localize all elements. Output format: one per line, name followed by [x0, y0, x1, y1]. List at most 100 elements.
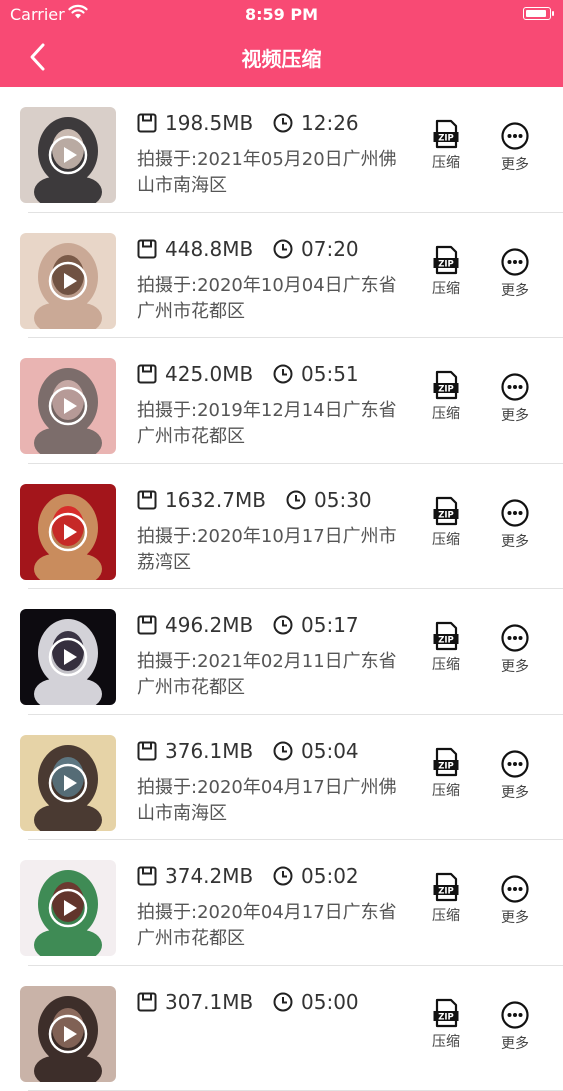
svg-text:ZIP: ZIP — [438, 635, 454, 645]
page-title: 视频压缩 — [0, 43, 563, 72]
video-thumbnail[interactable] — [20, 233, 116, 329]
more-label: 更多 — [490, 154, 540, 174]
compress-label: 压缩 — [421, 1031, 471, 1051]
compress-button[interactable]: ZIP 压缩 — [421, 245, 471, 298]
nav-header: Carrier 8:59 PM 视频压缩 — [0, 0, 563, 87]
file-size: 425.0MB — [165, 362, 253, 386]
zip-file-icon: ZIP — [432, 245, 460, 275]
video-thumbnail[interactable] — [20, 860, 116, 956]
play-icon[interactable] — [48, 386, 88, 426]
more-label: 更多 — [490, 907, 540, 927]
compress-label: 压缩 — [421, 529, 471, 549]
more-button[interactable]: 更多 — [490, 874, 540, 927]
zip-file-icon: ZIP — [432, 621, 460, 651]
play-icon[interactable] — [48, 261, 88, 301]
duration: 05:30 — [314, 488, 372, 512]
file-size: 448.8MB — [165, 237, 253, 261]
file-size-icon — [137, 490, 157, 510]
compress-label: 压缩 — [421, 278, 471, 298]
duration: 05:02 — [301, 864, 359, 888]
zip-file-icon: ZIP — [432, 496, 460, 526]
video-row[interactable]: 448.8MB 07:20 拍摄于:2020年10月04日广东省广州市花都区 Z… — [0, 213, 563, 339]
compress-button[interactable]: ZIP 压缩 — [421, 872, 471, 925]
clock-icon — [286, 490, 306, 510]
more-button[interactable]: 更多 — [490, 1000, 540, 1053]
video-info: 374.2MB 05:02 拍摄于:2020年04月17日广东省广州市花都区 — [137, 864, 407, 952]
clock-icon — [273, 364, 293, 384]
compress-button[interactable]: ZIP 压缩 — [421, 747, 471, 800]
more-button[interactable]: 更多 — [490, 121, 540, 174]
file-size-icon — [137, 741, 157, 761]
duration: 12:26 — [301, 111, 359, 135]
duration: 05:51 — [301, 362, 359, 386]
video-thumbnail[interactable] — [20, 358, 116, 454]
video-row[interactable]: 198.5MB 12:26 拍摄于:2021年05月20日广州佛山市南海区 ZI… — [0, 87, 563, 213]
shoot-info: 拍摄于:2020年04月17日广东省广州市花都区 — [137, 900, 407, 952]
clock-icon — [273, 239, 293, 259]
video-info: 307.1MB 05:00 — [137, 990, 407, 1026]
shoot-info: 拍摄于:2021年05月20日广州佛山市南海区 — [137, 147, 407, 199]
status-bar: Carrier 8:59 PM — [0, 0, 563, 30]
video-info: 198.5MB 12:26 拍摄于:2021年05月20日广州佛山市南海区 — [137, 111, 407, 199]
compress-button[interactable]: ZIP 压缩 — [421, 621, 471, 674]
play-icon[interactable] — [48, 763, 88, 803]
clock-icon — [273, 113, 293, 133]
zip-file-icon: ZIP — [432, 119, 460, 149]
shoot-info: 拍摄于:2020年10月04日广东省广州市花都区 — [137, 273, 407, 325]
play-icon[interactable] — [48, 888, 88, 928]
more-button[interactable]: 更多 — [490, 247, 540, 300]
clock-icon — [273, 615, 293, 635]
more-button[interactable]: 更多 — [490, 498, 540, 551]
file-size-icon — [137, 113, 157, 133]
file-size: 198.5MB — [165, 111, 253, 135]
more-button[interactable]: 更多 — [490, 749, 540, 802]
video-thumbnail[interactable] — [20, 484, 116, 580]
duration: 05:04 — [301, 739, 359, 763]
play-icon[interactable] — [48, 637, 88, 677]
video-row[interactable]: 376.1MB 05:04 拍摄于:2020年04月17日广州佛山市南海区 ZI… — [0, 715, 563, 841]
shoot-info: 拍摄于:2019年12月14日广东省广州市花都区 — [137, 398, 407, 450]
shoot-info: 拍摄于:2020年10月17日广州市荔湾区 — [137, 524, 407, 576]
video-row[interactable]: 1632.7MB 05:30 拍摄于:2020年10月17日广州市荔湾区 ZIP… — [0, 464, 563, 590]
compress-label: 压缩 — [421, 403, 471, 423]
video-row[interactable]: 425.0MB 05:51 拍摄于:2019年12月14日广东省广州市花都区 Z… — [0, 338, 563, 464]
zip-file-icon: ZIP — [432, 370, 460, 400]
play-icon[interactable] — [48, 135, 88, 175]
svg-text:ZIP: ZIP — [438, 133, 454, 143]
compress-button[interactable]: ZIP 压缩 — [421, 998, 471, 1051]
duration: 05:00 — [301, 990, 359, 1014]
zip-file-icon: ZIP — [432, 747, 460, 777]
duration: 05:17 — [301, 613, 359, 637]
file-size-icon — [137, 364, 157, 384]
more-label: 更多 — [490, 280, 540, 300]
compress-button[interactable]: ZIP 压缩 — [421, 119, 471, 172]
video-thumbnail[interactable] — [20, 735, 116, 831]
video-row[interactable]: 307.1MB 05:00 ZIP 压缩 — [0, 966, 563, 1091]
battery-icon — [523, 7, 551, 20]
play-icon[interactable] — [48, 512, 88, 552]
shoot-info: 拍摄于:2020年04月17日广州佛山市南海区 — [137, 775, 407, 827]
video-info: 448.8MB 07:20 拍摄于:2020年10月04日广东省广州市花都区 — [137, 237, 407, 325]
more-button[interactable]: 更多 — [490, 623, 540, 676]
more-label: 更多 — [490, 656, 540, 676]
compress-button[interactable]: ZIP 压缩 — [421, 496, 471, 549]
video-thumbnail[interactable] — [20, 609, 116, 705]
video-list: 198.5MB 12:26 拍摄于:2021年05月20日广州佛山市南海区 ZI… — [0, 87, 563, 1091]
compress-label: 压缩 — [421, 654, 471, 674]
video-info: 496.2MB 05:17 拍摄于:2021年02月11日广东省广州市花都区 — [137, 613, 407, 701]
more-button[interactable]: 更多 — [490, 372, 540, 425]
play-icon[interactable] — [48, 1014, 88, 1054]
file-size-icon — [137, 615, 157, 635]
shoot-info: 拍摄于:2021年02月11日广东省广州市花都区 — [137, 649, 407, 701]
compress-button[interactable]: ZIP 压缩 — [421, 370, 471, 423]
clock-icon — [273, 866, 293, 886]
file-size: 376.1MB — [165, 739, 253, 763]
video-row[interactable]: 496.2MB 05:17 拍摄于:2021年02月11日广东省广州市花都区 Z… — [0, 589, 563, 715]
more-icon — [501, 372, 529, 402]
more-icon — [501, 623, 529, 653]
video-thumbnail[interactable] — [20, 107, 116, 203]
more-icon — [501, 874, 529, 904]
more-label: 更多 — [490, 1033, 540, 1053]
video-row[interactable]: 374.2MB 05:02 拍摄于:2020年04月17日广东省广州市花都区 Z… — [0, 840, 563, 966]
more-icon — [501, 121, 529, 151]
